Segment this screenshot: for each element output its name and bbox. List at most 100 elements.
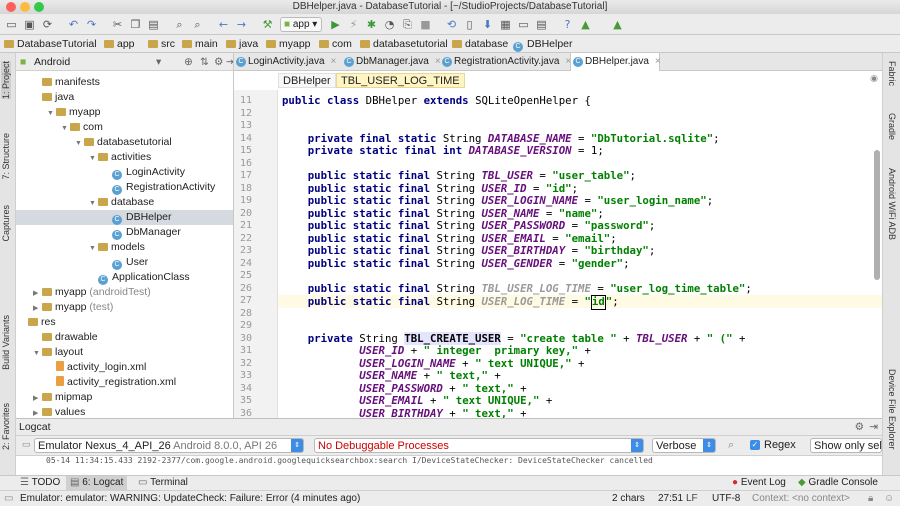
layout-inspector-icon[interactable]: ▤ bbox=[534, 17, 549, 32]
expanded-arrow-icon[interactable]: ▼ bbox=[61, 121, 70, 136]
tree-item[interactable]: C ApplicationClass bbox=[16, 270, 233, 285]
sync-gradle-icon[interactable]: ⟲ bbox=[444, 17, 459, 32]
settings-gear-icon[interactable]: ⚙ bbox=[855, 419, 864, 436]
nav-crumb-java[interactable]: java bbox=[226, 35, 258, 53]
forward-icon[interactable]: → bbox=[234, 17, 249, 32]
tree-item[interactable]: ▼ databasetutorial bbox=[16, 135, 233, 151]
copy-icon[interactable]: ❐ bbox=[128, 17, 143, 32]
apply-changes-icon[interactable]: ⚡ bbox=[346, 17, 361, 32]
code-editor[interactable]: public class DBHelper extends SQLiteOpen… bbox=[278, 90, 882, 418]
profile-icon[interactable]: ◔ bbox=[382, 17, 397, 32]
tree-item[interactable]: ▶ myapp (androidTest) bbox=[16, 285, 233, 301]
inspector-icon[interactable]: ☺︎ bbox=[884, 491, 894, 506]
tree-item[interactable]: ▼ myapp bbox=[16, 105, 233, 121]
tree-item[interactable]: ▶ mipmap bbox=[16, 390, 233, 406]
tree-item[interactable]: java bbox=[16, 90, 233, 105]
hide-panel-icon[interactable]: ⇥ bbox=[226, 53, 233, 71]
zoom-window-button[interactable] bbox=[34, 2, 44, 12]
device-file-explorer-tool-button[interactable]: Device File Explorer bbox=[887, 369, 897, 450]
build-variants-tool-button[interactable]: Build Variants bbox=[1, 315, 11, 370]
collapsed-arrow-icon[interactable]: ▶ bbox=[33, 391, 42, 406]
device-icon[interactable]: ▲ bbox=[610, 17, 625, 32]
project-view-select[interactable]: Android bbox=[34, 53, 70, 71]
cut-icon[interactable]: ✂ bbox=[110, 17, 125, 32]
tab-dbhelper[interactable]: C DBHelper.java × bbox=[570, 53, 661, 71]
expanded-arrow-icon[interactable]: ▼ bbox=[89, 196, 98, 211]
sdk-manager-icon[interactable]: ⬇ bbox=[480, 17, 495, 32]
view-dropdown-icon[interactable]: ▾ bbox=[156, 53, 161, 71]
back-icon[interactable]: ← bbox=[216, 17, 231, 32]
open-folder-icon[interactable]: ▭ bbox=[4, 17, 19, 32]
todo-tab[interactable]: ☰ TODO bbox=[16, 476, 64, 490]
tree-item[interactable]: ▼ activities bbox=[16, 150, 233, 165]
save-icon[interactable]: ▣ bbox=[22, 17, 37, 32]
settings-gear-icon[interactable]: ⚙ bbox=[214, 53, 223, 71]
breadcrumb-class[interactable]: DBHelper bbox=[278, 73, 336, 88]
expanded-arrow-icon[interactable]: ▼ bbox=[75, 136, 84, 151]
hide-panel-icon[interactable]: ⇥ bbox=[869, 419, 878, 436]
redo-icon[interactable]: ↷ bbox=[84, 17, 99, 32]
tree-item[interactable]: activity_registration.xml bbox=[16, 375, 233, 390]
structure-tool-button[interactable]: 7: Structure bbox=[1, 133, 11, 180]
avd-manager-icon[interactable]: ▯ bbox=[462, 17, 477, 32]
tree-item[interactable]: manifests bbox=[16, 75, 233, 90]
expanded-arrow-icon[interactable]: ▼ bbox=[47, 106, 56, 121]
nav-crumb-project[interactable]: DatabaseTutorial bbox=[4, 35, 97, 53]
make-project-icon[interactable]: ⚒ bbox=[260, 17, 275, 32]
favorites-tool-button[interactable]: 2: Favorites bbox=[1, 403, 11, 450]
project-tool-button[interactable]: 1: Project bbox=[1, 61, 11, 100]
lock-icon[interactable]: 🔒︎ bbox=[868, 491, 873, 506]
nav-crumb-database[interactable]: database bbox=[452, 35, 508, 53]
wifi-adb-tool-button[interactable]: Android WiFi ADB bbox=[887, 168, 897, 240]
device-monitor-icon[interactable]: ▭ bbox=[516, 17, 531, 32]
replace-icon[interactable]: ⌕ bbox=[190, 17, 205, 32]
sync-icon[interactable]: ⟳ bbox=[40, 17, 55, 32]
gradle-tool-button[interactable]: Gradle bbox=[887, 113, 897, 140]
fabric-tool-button[interactable]: Fabric bbox=[887, 61, 897, 86]
collapsed-arrow-icon[interactable]: ▶ bbox=[33, 406, 42, 418]
expanded-arrow-icon[interactable]: ▼ bbox=[33, 346, 42, 361]
file-encoding[interactable]: UTF-8 bbox=[712, 491, 740, 506]
find-icon[interactable]: ⌕ bbox=[172, 17, 187, 32]
expanded-arrow-icon[interactable]: ▼ bbox=[89, 241, 98, 256]
event-log-tab[interactable]: ● Event Log bbox=[728, 476, 790, 490]
android-studio-icon[interactable]: ▲ bbox=[578, 17, 593, 32]
nav-crumb-app[interactable]: app bbox=[104, 35, 135, 53]
close-tab-icon[interactable]: × bbox=[331, 56, 337, 67]
breadcrumb-field[interactable]: TBL_USER_LOG_TIME bbox=[336, 73, 465, 88]
attach-debugger-icon[interactable]: ⎘ bbox=[400, 17, 415, 32]
tree-item[interactable]: ▼ layout bbox=[16, 345, 233, 361]
stop-icon[interactable]: ■ bbox=[418, 17, 433, 32]
nav-crumb-com[interactable]: com bbox=[319, 35, 352, 53]
device-select[interactable]: Emulator Nexus_4_API_26 Android 8.0.0, A… bbox=[34, 438, 304, 453]
tree-item[interactable]: C RegistrationActivity bbox=[16, 180, 233, 195]
debug-icon[interactable]: ✱ bbox=[364, 17, 379, 32]
captures-tool-button[interactable]: Captures bbox=[1, 205, 11, 242]
toggle-tool-windows-icon[interactable]: ▭ bbox=[4, 491, 13, 506]
tree-item[interactable]: ▼ com bbox=[16, 120, 233, 136]
tab-login-activity[interactable]: C LoginActivity.java × bbox=[234, 53, 342, 71]
project-structure-icon[interactable]: ▦ bbox=[498, 17, 513, 32]
collapsed-arrow-icon[interactable]: ▶ bbox=[33, 286, 42, 301]
sync-scroll-icon[interactable]: ⊕ bbox=[184, 53, 193, 71]
line-separator[interactable]: LF bbox=[686, 491, 698, 506]
nav-crumb-myapp[interactable]: myapp bbox=[266, 35, 311, 53]
tree-item[interactable]: activity_login.xml bbox=[16, 360, 233, 375]
nav-crumb-dbhelper[interactable]: C DBHelper bbox=[513, 35, 573, 53]
close-tab-icon[interactable]: × bbox=[655, 56, 661, 67]
tree-item[interactable]: C User bbox=[16, 255, 233, 270]
tree-item[interactable]: C DBHelper bbox=[16, 210, 233, 225]
log-level-select[interactable]: Verbose ⇕ bbox=[652, 438, 716, 453]
undo-icon[interactable]: ↶ bbox=[66, 17, 81, 32]
help-icon[interactable]: ? bbox=[560, 17, 575, 32]
tab-db-manager[interactable]: C DbManager.java × bbox=[342, 53, 441, 71]
process-select[interactable]: No Debuggable Processes ⇕ bbox=[314, 438, 644, 453]
close-window-button[interactable] bbox=[6, 2, 16, 12]
tree-item[interactable]: C DbManager bbox=[16, 225, 233, 240]
nav-crumb-main[interactable]: main bbox=[182, 35, 218, 53]
tree-item[interactable]: ▼ models bbox=[16, 240, 233, 256]
tree-item[interactable]: ▼ database bbox=[16, 195, 233, 211]
collapse-all-icon[interactable]: ⇅ bbox=[200, 53, 209, 71]
run-config-select[interactable]: ■ app ▾ bbox=[280, 17, 322, 32]
gradle-console-tab[interactable]: ◆ Gradle Console bbox=[794, 476, 882, 490]
